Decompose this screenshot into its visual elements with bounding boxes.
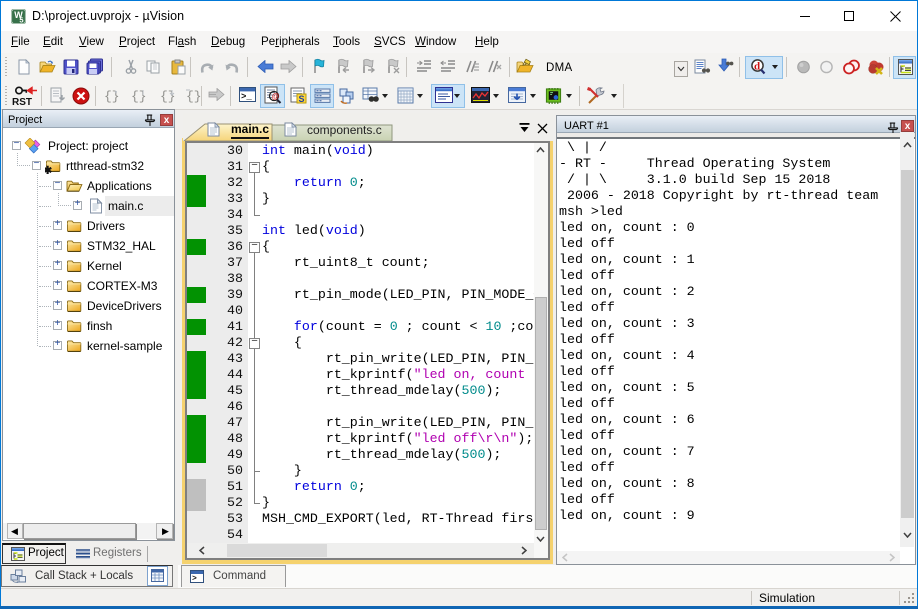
svg-text:d: d xyxy=(754,61,760,73)
svg-text:>: > xyxy=(192,575,197,584)
svg-text:5: 5 xyxy=(19,16,23,25)
svg-text:>_: >_ xyxy=(241,92,252,102)
svg-text:{}: {} xyxy=(104,89,120,104)
svg-text:{}: {} xyxy=(131,89,147,104)
svg-text:S: S xyxy=(299,94,305,104)
svg-text:{}: {} xyxy=(186,89,202,104)
svg-text:✱︎: ✱︎ xyxy=(45,165,52,174)
svg-text:{}: {} xyxy=(160,89,176,104)
svg-text:RST: RST xyxy=(12,97,32,107)
